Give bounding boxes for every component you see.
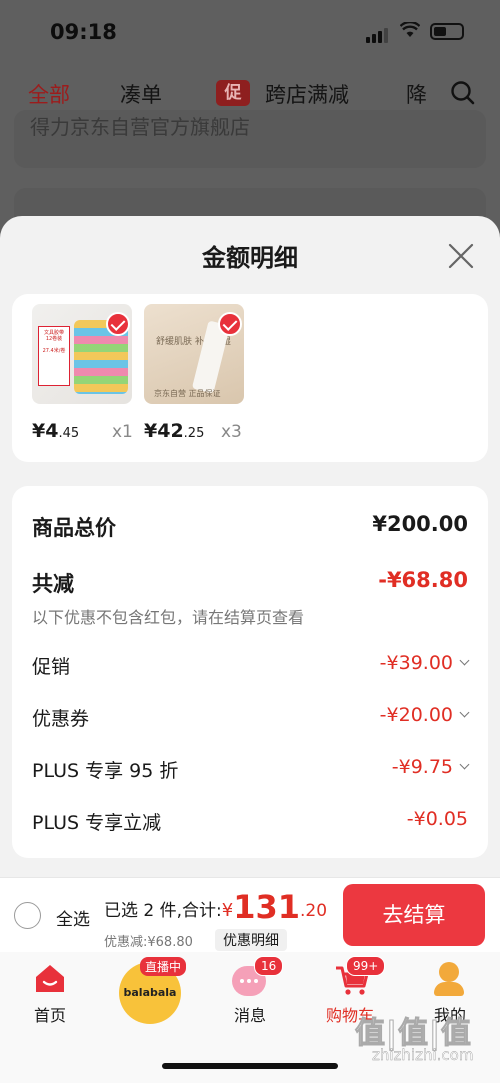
discount-summary: 优惠减:¥68.80 [104,935,193,950]
tab-combine[interactable]: 凑单 [120,79,162,109]
product-image-tape: 文具胶带 12卷装 27.4米/卷 [32,304,132,404]
discount-value: -¥68.80 [378,568,468,592]
promo-label: 促销 [32,656,71,678]
profile-icon [432,962,466,998]
battery-icon [430,23,464,40]
status-time: 09:18 [50,20,117,44]
nav-messages-label: 消息 [233,1006,266,1025]
promo-value: -¥39.00 [380,652,470,674]
chevron-down-icon [459,655,470,666]
sheet-title: 金额明细 [202,244,298,272]
cellular-signal-icon [366,24,390,43]
discount-detail-link[interactable]: 优惠明细 [215,929,287,951]
chevron-down-icon [459,759,470,770]
home-indicator [162,1063,338,1069]
plus-cut-value: -¥0.05 [406,808,468,830]
wifi-icon [400,22,420,37]
select-all-label[interactable]: 全选 [56,905,90,930]
checkout-bar: 全选 已选 2 件,合计:¥131.20 优惠减:¥68.80 优惠明细 去结算 [0,877,500,952]
discount-label: 共减 [32,572,74,596]
tab-all[interactable]: 全部 [28,79,70,109]
tape-package-label: 文具胶带 12卷装 27.4米/卷 [38,326,70,386]
watermark-url: zhizhizhi.com [372,1046,474,1064]
close-icon[interactable] [447,242,475,270]
checked-icon [106,312,130,336]
product-list: 文具胶带 12卷装 27.4米/卷 ¥4.45 x1 舒缓肌肤 补水保湿 京东自营 … [12,294,488,462]
home-icon [36,965,64,992]
checkout-button[interactable]: 去结算 [343,884,485,946]
select-all-radio[interactable] [14,902,41,929]
cream-subtext: 京东自营 正品保证 [154,389,221,398]
product-image-cream: 舒缓肌肤 补水保湿 京东自营 正品保证 [144,304,244,404]
total-summary: 已选 2 件,合计:¥131.20 [104,888,328,926]
messages-badge: 16 [254,956,284,976]
plus-cut-label: PLUS 专享立减 [32,812,162,834]
nav-home-label: 首页 [33,1006,66,1025]
tab-cross-store[interactable]: 跨店满减 [265,79,349,109]
total-label: 商品总价 [32,516,116,540]
product-item[interactable]: 文具胶带 12卷装 27.4米/卷 ¥4.45 x1 [32,304,133,442]
chevron-down-icon [459,707,470,718]
discount-note: 以下优惠不包含红包，请在结算页查看 [32,608,305,627]
plus95-value: -¥9.75 [392,756,470,778]
tab-price-drop[interactable]: 降 [406,79,428,109]
coupon-value: -¥20.00 [380,704,470,726]
plus95-label: PLUS 专享 95 折 [32,760,179,782]
checked-icon [218,312,242,336]
product-qty: x3 [221,422,242,442]
product-price: ¥42.25 [144,420,205,442]
product-price: ¥4.45 [32,420,80,442]
product-qty: x1 [112,422,133,442]
search-icon[interactable] [450,80,475,105]
cart-badge: 99+ [346,956,386,976]
promo-icon: 促 [216,80,250,106]
live-badge: 直播中 [140,957,187,976]
coupon-label: 优惠券 [32,708,90,730]
total-value: ¥200.00 [372,512,468,536]
price-detail-card: 商品总价 ¥200.00 共减 -¥68.80 以下优惠不包含红包，请在结算页查… [12,486,488,858]
status-bar: 09:18 [0,0,500,64]
store-name: 得力京东自营官方旗舰店 [30,115,250,139]
product-item[interactable]: 舒缓肌肤 补水保湿 京东自营 正品保证 ¥42.25 x3 [144,304,244,442]
